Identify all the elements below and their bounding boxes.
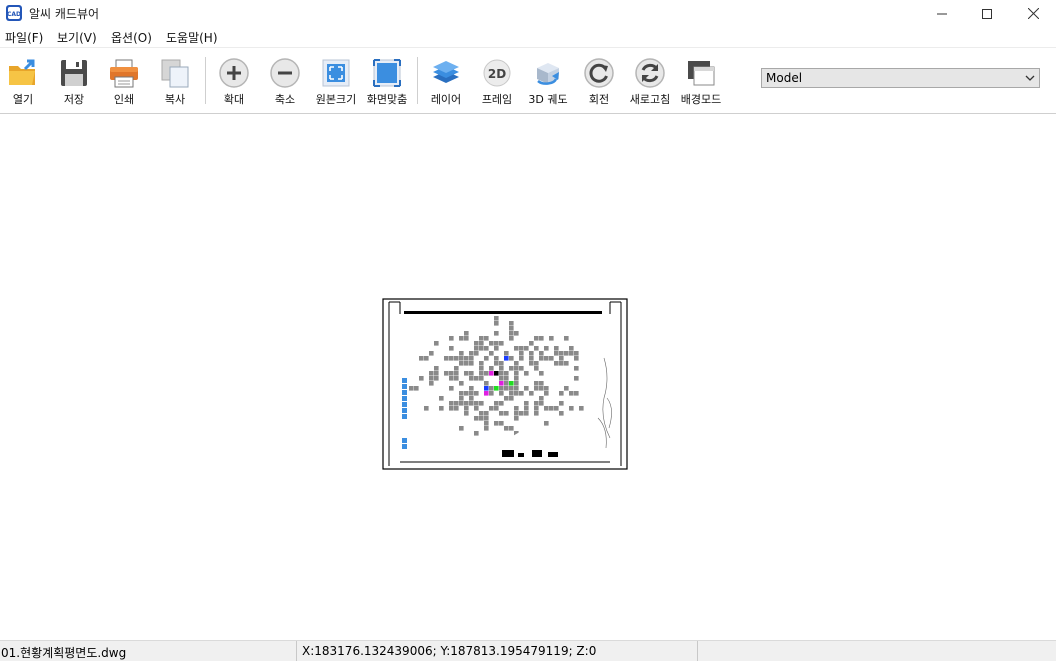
background-mode-button[interactable]: 배경모드 xyxy=(676,50,726,108)
zoom-in-button[interactable]: 확대 xyxy=(209,50,259,108)
refresh-icon xyxy=(635,58,665,88)
svg-text:CAD: CAD xyxy=(7,11,21,18)
toolbar: 열기 저장 인쇄 복사 확대 축소 원본크기 화면맞춤 레이어 2D 프레임 3… xyxy=(0,48,1056,114)
rotate-button[interactable]: 회전 xyxy=(574,50,624,108)
save-disk-icon xyxy=(61,60,87,86)
copy-button[interactable]: 복사 xyxy=(150,50,200,108)
cad-icon: CAD xyxy=(6,5,22,21)
print-button[interactable]: 인쇄 xyxy=(99,50,149,108)
menu-help[interactable]: 도움말(H) xyxy=(164,29,220,46)
frame-button[interactable]: 2D 프레임 xyxy=(472,50,522,108)
background-mode-label: 배경모드 xyxy=(680,93,722,106)
frame-2d-icon: 2D xyxy=(483,59,511,87)
rotate-icon xyxy=(584,58,614,88)
fit-screen-icon xyxy=(373,59,401,87)
refresh-button[interactable]: 새로고침 xyxy=(625,50,675,108)
maximize-icon xyxy=(982,8,992,19)
fit-screen-button[interactable]: 화면맞춤 xyxy=(362,50,412,108)
status-divider xyxy=(296,641,297,661)
menu-file[interactable]: 파일(F) xyxy=(3,29,45,46)
menu-view[interactable]: 보기(V) xyxy=(55,29,99,46)
title-bar: CAD 알씨 캐드뷰어 xyxy=(0,0,1056,27)
orbit-3d-button[interactable]: 3D 궤도 xyxy=(523,50,573,108)
layer-button[interactable]: 레이어 xyxy=(421,50,471,108)
minimize-button[interactable] xyxy=(919,0,965,27)
status-bar: 01.현황계획평면도.dwg X:183176.132439006; Y:187… xyxy=(0,640,1056,661)
drawing-canvas[interactable] xyxy=(0,114,1056,639)
copy-icon xyxy=(161,59,189,88)
zoom-out-button[interactable]: 축소 xyxy=(260,50,310,108)
save-button[interactable]: 저장 xyxy=(49,50,99,108)
chevron-down-icon xyxy=(1025,75,1035,81)
window-title: 알씨 캐드뷰어 xyxy=(29,7,100,21)
status-filename: 01.현황계획평면도.dwg xyxy=(1,646,127,660)
layers-icon xyxy=(433,61,459,83)
actual-size-button[interactable]: 원본크기 xyxy=(311,50,361,108)
open-button[interactable]: 열기 xyxy=(0,50,48,108)
zoom-out-icon xyxy=(270,58,300,88)
status-divider xyxy=(697,641,698,661)
cad-drawing xyxy=(382,298,628,470)
minimize-icon xyxy=(937,13,947,14)
maximize-button[interactable] xyxy=(964,0,1010,27)
actual-size-icon xyxy=(322,59,350,87)
background-mode-icon xyxy=(688,61,715,86)
menu-options[interactable]: 옵션(O) xyxy=(109,29,154,46)
layout-select[interactable]: Model xyxy=(761,68,1040,88)
zoom-in-icon xyxy=(219,58,249,88)
open-folder-icon xyxy=(9,59,35,85)
layout-select-value: Model xyxy=(766,71,803,85)
printer-icon xyxy=(110,59,138,88)
orbit-3d-icon xyxy=(537,63,559,85)
menu-bar: 파일(F) 보기(V) 옵션(O) 도움말(H) xyxy=(0,27,1056,48)
status-coordinates: X:183176.132439006; Y:187813.195479119; … xyxy=(302,644,597,658)
fit-screen-label: 화면맞춤 xyxy=(366,93,408,106)
svg-text:2D: 2D xyxy=(488,67,506,81)
close-button[interactable] xyxy=(1010,0,1056,27)
close-icon xyxy=(1027,8,1039,19)
copy-label: 복사 xyxy=(164,93,186,106)
